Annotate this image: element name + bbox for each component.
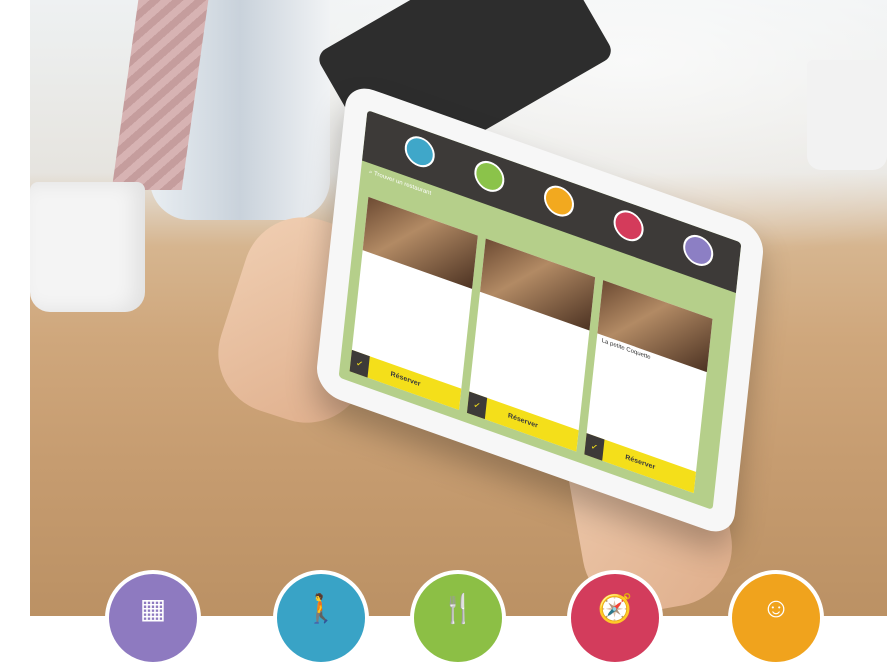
restaurant-card-0[interactable]: Réserver ✓ xyxy=(349,196,478,410)
walking-person-icon: 🚶 xyxy=(273,570,369,666)
photo: ⌕ Trouver un restaurant Réserver ✓ Réser… xyxy=(30,0,887,616)
check-icon: ✓ xyxy=(466,391,488,420)
check-icon: ✓ xyxy=(584,433,605,461)
fork-knife-icon: 🍴 xyxy=(410,570,506,666)
restaurant-card-2[interactable]: La petite Coquette Réserver ✓ xyxy=(584,280,713,494)
nav-item-3[interactable] xyxy=(612,205,646,246)
compass-icon: 🧭 xyxy=(567,570,663,666)
nav-item-1[interactable] xyxy=(472,156,506,197)
coffee-cup-left xyxy=(30,182,145,312)
bottom-icon-row: ▦ 🚶 🍴 🧭 ☺ xyxy=(0,560,887,666)
ticket-icon: ▦ xyxy=(105,570,201,666)
nav-item-4[interactable] xyxy=(681,230,715,271)
check-icon: ✓ xyxy=(349,349,370,378)
search-icon: ⌕ xyxy=(368,169,373,177)
nav-item-0[interactable] xyxy=(403,131,437,172)
nav-item-2[interactable] xyxy=(542,181,576,221)
coffee-cup-right xyxy=(807,60,887,170)
restaurant-card-1[interactable]: Réserver ✓ xyxy=(466,238,596,452)
concierge-icon: ☺ xyxy=(728,570,824,666)
